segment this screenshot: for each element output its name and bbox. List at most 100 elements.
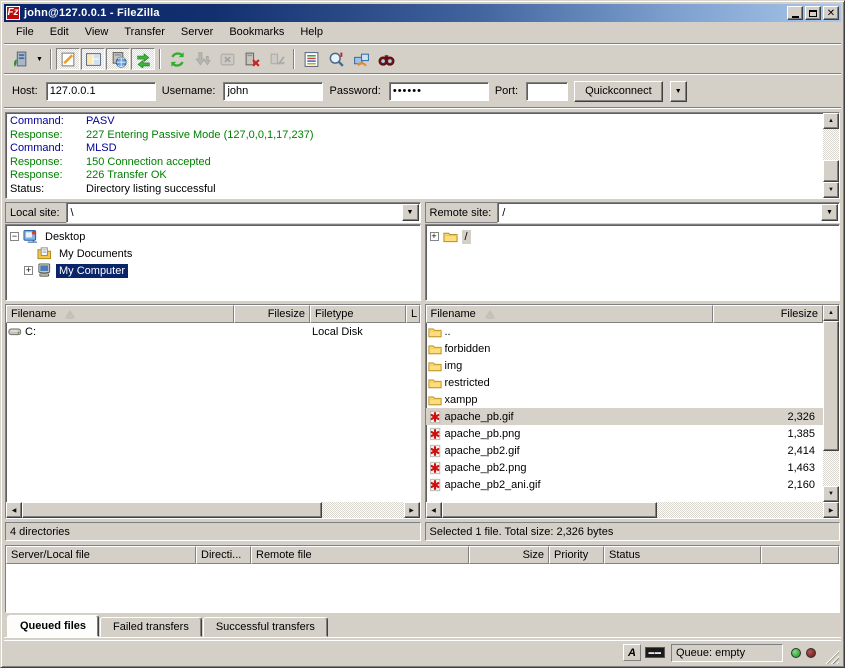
remote-site-combo-arrow[interactable]: ▼: [821, 204, 838, 221]
site-manager-dropdown[interactable]: ▼: [33, 48, 46, 70]
tab-failed-transfers[interactable]: Failed transfers: [100, 617, 202, 637]
transfer-type-button[interactable]: A: [623, 644, 641, 661]
close-button[interactable]: ✕: [823, 6, 839, 20]
scroll-track[interactable]: [823, 451, 839, 486]
scroll-thumb[interactable]: [442, 502, 657, 518]
scroll-track[interactable]: [823, 129, 839, 160]
menu-file[interactable]: File: [8, 24, 42, 40]
scroll-thumb[interactable]: [823, 160, 839, 182]
username-label: Username:: [162, 85, 216, 97]
toggle-remote-tree-button[interactable]: [106, 48, 130, 70]
scroll-left-button[interactable]: ◀: [6, 502, 22, 518]
tree-item-my-documents[interactable]: My Documents: [10, 245, 420, 262]
toggle-log-button[interactable]: [56, 48, 80, 70]
password-input[interactable]: [389, 82, 489, 101]
disconnect-button[interactable]: [240, 48, 264, 70]
local-tree[interactable]: − Desktop My Documents + My Computer: [5, 224, 421, 301]
menu-transfer[interactable]: Transfer: [116, 24, 173, 40]
toggle-local-tree-button[interactable]: [81, 48, 105, 70]
menu-view[interactable]: View: [77, 24, 117, 40]
tree-item-my-computer[interactable]: + My Computer: [10, 262, 420, 279]
list-item-drive-c[interactable]: C: Local Disk: [6, 323, 420, 340]
remote-vertical-scrollbar[interactable]: ▲ ▼: [823, 305, 839, 502]
remote-status-bar: Selected 1 file. Total size: 2,326 bytes: [425, 522, 841, 541]
column-header-priority[interactable]: Priority: [549, 546, 604, 564]
list-item[interactable]: apache_pb2.png1,463: [426, 459, 824, 476]
quickconnect-button[interactable]: Quickconnect: [574, 81, 663, 102]
list-item[interactable]: ..: [426, 323, 824, 340]
host-input[interactable]: [46, 82, 156, 101]
filter-button[interactable]: [299, 48, 323, 70]
port-input[interactable]: [526, 82, 568, 101]
find-files-button[interactable]: [374, 48, 398, 70]
expand-expander[interactable]: +: [24, 266, 33, 275]
minimize-button[interactable]: [787, 6, 803, 20]
local-list-body[interactable]: C: Local Disk: [6, 323, 420, 502]
speed-limits-icon[interactable]: ▬▬: [645, 647, 665, 658]
column-header-filesize[interactable]: Filesize: [234, 305, 310, 323]
list-item[interactable]: img: [426, 357, 824, 374]
resize-grip[interactable]: [825, 650, 839, 664]
column-header-filename[interactable]: Filename: [426, 305, 714, 323]
tab-successful-transfers[interactable]: Successful transfers: [203, 617, 328, 637]
scroll-thumb[interactable]: [22, 502, 322, 518]
local-horizontal-scrollbar[interactable]: ◀ ▶: [6, 502, 420, 518]
refresh-button[interactable]: [165, 48, 189, 70]
column-header-filesize[interactable]: Filesize: [713, 305, 823, 323]
scroll-left-button[interactable]: ◀: [426, 502, 442, 518]
maximize-button[interactable]: [805, 6, 821, 20]
cancel-button[interactable]: [215, 48, 239, 70]
image-file-icon: [428, 444, 442, 458]
scroll-right-button[interactable]: ▶: [823, 502, 839, 518]
site-manager-button[interactable]: [8, 48, 32, 70]
quickconnect-dropdown[interactable]: ▼: [670, 81, 687, 102]
remote-tree[interactable]: + /: [425, 224, 841, 301]
expand-expander[interactable]: +: [430, 232, 439, 241]
filezilla-logo-icon: Fz: [6, 6, 20, 20]
scroll-track[interactable]: [657, 502, 824, 518]
log-vertical-scrollbar[interactable]: ▲ ▼: [823, 113, 839, 198]
process-queue-button[interactable]: [190, 48, 214, 70]
reconnect-button[interactable]: [265, 48, 289, 70]
menu-server[interactable]: Server: [173, 24, 221, 40]
local-site-combo[interactable]: \ ▼: [66, 202, 421, 223]
scroll-down-button[interactable]: ▼: [823, 182, 839, 198]
column-header-direction[interactable]: Directi...: [196, 546, 251, 564]
list-item-selected[interactable]: apache_pb.gif2,326: [426, 408, 824, 425]
scroll-track[interactable]: [322, 502, 404, 518]
list-item[interactable]: forbidden: [426, 340, 824, 357]
list-item[interactable]: apache_pb.png1,385: [426, 425, 824, 442]
sync-browsing-button[interactable]: [349, 48, 373, 70]
toggle-queue-button[interactable]: [131, 48, 155, 70]
compare-button[interactable]: [324, 48, 348, 70]
list-item[interactable]: restricted: [426, 374, 824, 391]
list-item[interactable]: apache_pb2.gif2,414: [426, 442, 824, 459]
tree-item-desktop[interactable]: − Desktop: [10, 228, 420, 245]
menu-help[interactable]: Help: [292, 24, 331, 40]
column-header-size[interactable]: Size: [469, 546, 549, 564]
scroll-right-button[interactable]: ▶: [404, 502, 420, 518]
list-item[interactable]: apache_pb2_ani.gif2,160: [426, 476, 824, 493]
scroll-up-button[interactable]: ▲: [823, 113, 839, 129]
column-header-server-local-file[interactable]: Server/Local file: [6, 546, 196, 564]
column-header-remote-file[interactable]: Remote file: [251, 546, 469, 564]
remote-site-combo[interactable]: / ▼: [497, 202, 840, 223]
scroll-up-button[interactable]: ▲: [823, 305, 839, 321]
scroll-down-button[interactable]: ▼: [823, 486, 839, 502]
remote-list-body[interactable]: .. forbidden img restricted xampp apache…: [426, 323, 824, 502]
queue-body[interactable]: [6, 564, 839, 612]
scroll-thumb[interactable]: [823, 321, 839, 451]
tree-item-root[interactable]: + /: [430, 228, 840, 245]
column-header-filename[interactable]: Filename: [6, 305, 234, 323]
column-header-filetype[interactable]: Filetype: [310, 305, 406, 323]
remote-horizontal-scrollbar[interactable]: ◀ ▶: [426, 502, 840, 518]
username-input[interactable]: [223, 82, 323, 101]
tab-queued-files[interactable]: Queued files: [7, 615, 99, 637]
local-site-combo-arrow[interactable]: ▼: [402, 204, 419, 221]
menu-edit[interactable]: Edit: [42, 24, 77, 40]
column-header-status[interactable]: Status: [604, 546, 761, 564]
menu-bookmarks[interactable]: Bookmarks: [221, 24, 292, 40]
column-header-last-modified[interactable]: L: [406, 305, 420, 323]
collapse-expander[interactable]: −: [10, 232, 19, 241]
list-item[interactable]: xampp: [426, 391, 824, 408]
